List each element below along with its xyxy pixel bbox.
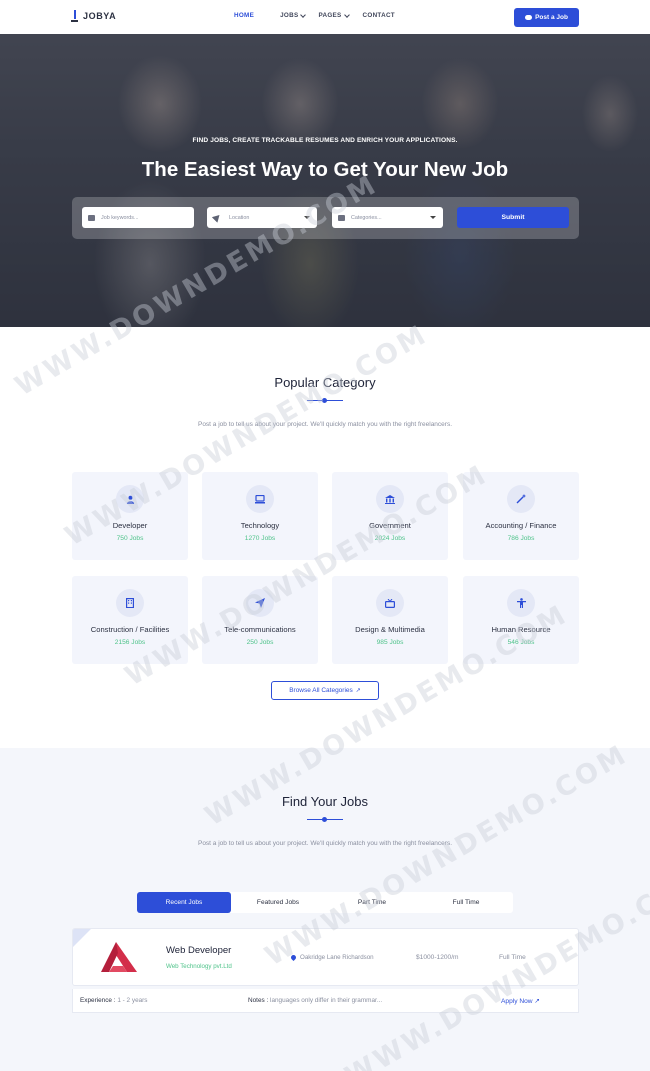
post-job-button[interactable]: Post a Job (514, 8, 579, 27)
submit-button[interactable]: Submit (457, 207, 569, 228)
job-location-text: Oakridge Lane Richardson (300, 954, 374, 961)
send-icon (246, 589, 274, 617)
map-pin-icon (289, 953, 298, 962)
magic-wand-icon (507, 485, 535, 513)
category-count: 750 Jobs (116, 535, 144, 542)
category-name: Technology (240, 521, 280, 530)
keywords-input[interactable]: Job keywords... (82, 207, 194, 228)
hero-banner: FIND JOBS, CREATE TRACKABLE RESUMES AND … (0, 34, 650, 327)
caret-down-icon (304, 216, 310, 219)
find-jobs-description: Post a job to tell us about your project… (197, 840, 453, 847)
top-navbar: JOBYA HOME JOBS PAGES CONTACT Post a Job (0, 0, 650, 34)
logo[interactable]: JOBYA (71, 10, 116, 22)
logo-icon (71, 10, 79, 22)
popular-category-title: Popular Category (274, 375, 376, 390)
menu-item-pages[interactable]: PAGES (318, 11, 350, 19)
menu-item-jobs[interactable]: JOBS (280, 11, 307, 19)
location-value: Location (229, 214, 250, 221)
job-experience: Experience : 1 - 2 years (80, 997, 148, 1004)
tab-recent-jobs[interactable]: Recent Jobs (137, 892, 231, 913)
list-icon (338, 214, 345, 221)
hero-subtitle: FIND JOBS, CREATE TRACKABLE RESUMES AND … (192, 137, 458, 144)
category-name: Tele-communications (224, 625, 296, 634)
category-select[interactable]: Categories... (332, 207, 443, 228)
tab-featured-jobs[interactable]: Featured Jobs (231, 892, 325, 913)
job-salary: $1000-1200/m (416, 954, 459, 961)
category-card-telecom[interactable]: Tele-communications 250 Jobs (202, 576, 318, 664)
briefcase-icon (88, 214, 95, 221)
popular-category-description: Post a job to tell us about your project… (197, 421, 453, 428)
category-name: Accounting / Finance (485, 521, 557, 530)
section-divider (307, 397, 343, 403)
bank-icon (376, 485, 404, 513)
category-count: 1270 Jobs (244, 535, 276, 542)
job-title[interactable]: Web Developer (166, 945, 231, 956)
caret-down-icon (430, 216, 436, 219)
job-company: Web Technology pvt.Ltd (166, 963, 232, 970)
navigation-arrow-icon (211, 212, 223, 223)
category-name: Construction / Facilities (90, 625, 170, 634)
featured-ribbon (73, 929, 95, 950)
job-type: Full Time (499, 954, 526, 961)
category-value: Categories... (351, 214, 382, 221)
category-count: 2024 Jobs (374, 535, 406, 542)
category-count: 546 Jobs (507, 639, 535, 646)
logo-text: JOBYA (83, 11, 117, 21)
chevron-down-icon (343, 11, 350, 18)
chevron-down-icon (300, 11, 307, 18)
monitor-icon (246, 485, 274, 513)
person-icon (507, 589, 535, 617)
section-divider (307, 816, 343, 822)
category-count: 250 Jobs (246, 639, 274, 646)
category-name: Developer (112, 521, 148, 530)
menu-item-contact[interactable]: CONTACT (363, 12, 395, 19)
category-count: 2156 Jobs (114, 639, 146, 646)
building-icon (116, 589, 144, 617)
arrow-up-right-icon: ↗ (355, 688, 361, 694)
category-card-design[interactable]: Design & Multimedia 985 Jobs (332, 576, 448, 664)
tv-icon (376, 589, 404, 617)
job-listing-card[interactable]: Web Developer Web Technology pvt.Ltd Oak… (72, 928, 579, 986)
main-menu: HOME JOBS PAGES CONTACT (234, 11, 395, 19)
category-card-government[interactable]: Government 2024 Jobs (332, 472, 448, 560)
menu-item-home[interactable]: HOME (234, 12, 254, 19)
job-listing-footer: Experience : 1 - 2 years Notes : languag… (72, 989, 579, 1013)
find-jobs-title: Find Your Jobs (281, 794, 368, 809)
category-card-construction[interactable]: Construction / Facilities 2156 Jobs (72, 576, 188, 664)
category-card-technology[interactable]: Technology 1270 Jobs (202, 472, 318, 560)
category-count: 985 Jobs (376, 639, 404, 646)
job-notes: Notes : languages only differ in their g… (248, 997, 383, 1004)
post-job-label: Post a Job (535, 14, 568, 21)
hero-title: The Easiest Way to Get Your New Job (141, 158, 509, 181)
category-card-developer[interactable]: Developer 750 Jobs (72, 472, 188, 560)
category-name: Design & Multimedia (355, 625, 425, 634)
category-count: 786 Jobs (507, 535, 535, 542)
user-icon (116, 485, 144, 513)
apply-now-link[interactable]: Apply Now ↗ (501, 997, 540, 1005)
category-name: Government (369, 521, 411, 530)
browse-categories-button[interactable]: Browse All Categories ↗ (271, 681, 379, 700)
category-name: Human Resource (491, 625, 551, 634)
browse-label: Browse All Categories (289, 687, 353, 694)
company-logo (100, 941, 138, 975)
category-card-hr[interactable]: Human Resource 546 Jobs (463, 576, 579, 664)
tab-part-time[interactable]: Part Time (325, 892, 419, 913)
job-location: Oakridge Lane Richardson (289, 953, 374, 962)
cloud-upload-icon (525, 15, 533, 20)
job-tabs: Recent Jobs Featured Jobs Part Time Full… (137, 892, 513, 913)
tab-full-time[interactable]: Full Time (419, 892, 513, 913)
category-card-accounting[interactable]: Accounting / Finance 786 Jobs (463, 472, 579, 560)
location-select[interactable]: Location (207, 207, 317, 228)
keywords-placeholder: Job keywords... (101, 214, 139, 221)
